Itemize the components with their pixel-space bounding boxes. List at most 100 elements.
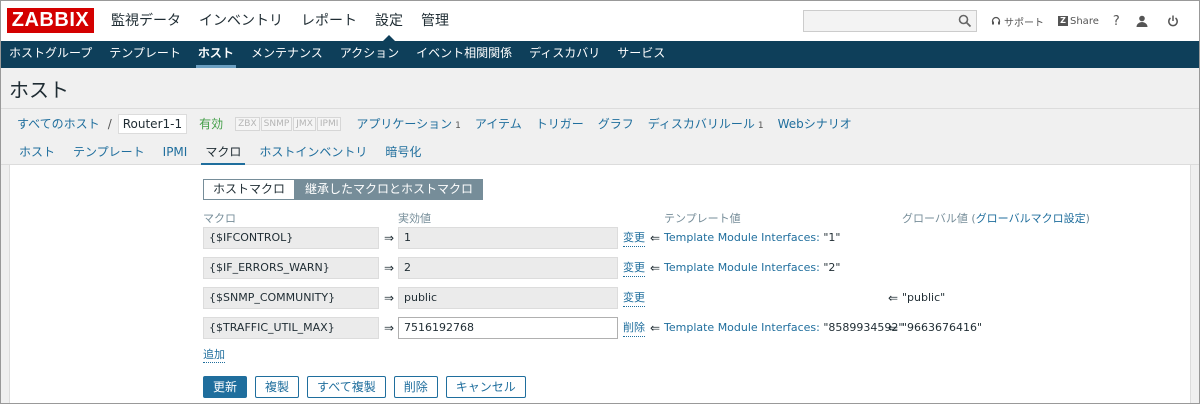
main-menu: 監視データ インベントリ レポート 設定 管理 [111, 1, 467, 41]
arrow-left-icon: ⇐ [650, 321, 661, 335]
applications-label: アプリケーション [356, 117, 453, 131]
menu-configuration[interactable]: 設定 [375, 1, 403, 41]
host-navigation: すべてのホスト / Router1-1 有効 ZBX SNMP JMX IPMI… [1, 108, 1199, 138]
applications-link[interactable]: アプリケーション 1 [356, 115, 461, 132]
share-icon: Z [1058, 16, 1068, 26]
submenu-templates[interactable]: テンプレート [109, 41, 181, 68]
column-template-value: テンプレート値 [664, 212, 741, 225]
search-icon[interactable] [958, 14, 972, 28]
delete-button[interactable]: 削除 [393, 376, 438, 398]
web-scenarios-link[interactable]: Webシナリオ [778, 115, 852, 132]
change-link[interactable]: 変更 [623, 289, 645, 307]
template-value: Template Module Interfaces: "8589934592" [664, 317, 903, 339]
inherited-macros-toggle[interactable]: 継承したマクロとホストマクロ [295, 179, 484, 200]
submenu-event-correlation[interactable]: イベント相関関係 [416, 41, 512, 68]
macro-value-field: public [398, 287, 618, 309]
arrow-left-icon: ⇐ [650, 231, 661, 245]
search-input[interactable] [803, 10, 977, 32]
template-link[interactable]: Template Module Interfaces: [664, 261, 820, 274]
breadcrumb-all-hosts[interactable]: すべてのホスト [17, 115, 100, 132]
column-macro: マクロ [203, 212, 236, 225]
change-link[interactable]: 変更 [623, 229, 645, 247]
tab-macros[interactable]: マクロ [201, 141, 246, 166]
macro-row: {$IF_ERRORS_WARN} ⇒ 2 変更 ⇐ Template Modu… [10, 257, 1190, 279]
logout-link[interactable] [1167, 15, 1182, 27]
macro-row: {$SNMP_COMMUNITY} ⇒ public 変更 ⇐ "public" [10, 287, 1190, 309]
top-links: サポート Z Share ? [991, 1, 1196, 41]
global-value: "public" [902, 291, 946, 304]
discovery-count: 1 [757, 121, 764, 131]
global-value-prefix: グローバル値 ( [902, 212, 976, 225]
arrow-left-icon: ⇐ [650, 261, 661, 275]
menu-reports[interactable]: レポート [301, 1, 357, 41]
share-link[interactable]: Z Share [1058, 16, 1099, 27]
macro-name-field: {$IF_ERRORS_WARN} [203, 257, 379, 279]
availability-badges: ZBX SNMP JMX IPMI [235, 116, 342, 131]
global-value: "9663676416" [902, 321, 983, 334]
arrow-left-icon: ⇐ [888, 321, 899, 335]
macro-name-field: {$SNMP_COMMUNITY} [203, 287, 379, 309]
support-link[interactable]: サポート [991, 14, 1044, 29]
tab-inventory[interactable]: ホストインベントリ [259, 141, 367, 164]
zabbix-logo[interactable]: ZABBIX [7, 8, 94, 33]
macros-panel: ホストマクロ 継承したマクロとホストマクロ マクロ 実効値 テンプレート値 グロ… [9, 165, 1191, 403]
submenu-host-groups[interactable]: ホストグループ [9, 41, 92, 68]
global-macros-link[interactable]: グローバルマクロ設定 [976, 212, 1086, 225]
template-link[interactable]: Template Module Interfaces: [664, 231, 820, 244]
tab-ipmi[interactable]: IPMI [163, 141, 188, 164]
jmx-badge: JMX [293, 116, 316, 131]
arrow-right-icon: ⇒ [384, 291, 395, 305]
host-macros-toggle[interactable]: ホストマクロ [203, 179, 296, 200]
arrow-right-icon: ⇒ [384, 261, 395, 275]
ipmi-badge: IPMI [316, 116, 342, 131]
template-value-text: "1" [819, 231, 841, 244]
graphs-link[interactable]: グラフ [598, 115, 634, 132]
submenu-hosts[interactable]: ホスト [195, 41, 236, 68]
menu-administration[interactable]: 管理 [421, 1, 449, 41]
tab-host[interactable]: ホスト [19, 141, 55, 164]
update-button[interactable]: 更新 [203, 376, 248, 398]
arrow-right-icon: ⇒ [384, 321, 395, 335]
cancel-button[interactable]: キャンセル [445, 376, 526, 398]
applications-count: 1 [455, 121, 461, 131]
macro-row: {$TRAFFIC_UTIL_MAX} ⇒ 7516192768 削除 ⇐ Te… [10, 317, 1190, 339]
clone-button[interactable]: 複製 [255, 376, 300, 398]
power-icon [1167, 15, 1178, 27]
submenu-maintenance[interactable]: メンテナンス [251, 41, 323, 68]
profile-link[interactable] [1136, 15, 1151, 27]
user-icon [1136, 15, 1148, 27]
macro-name-field: {$TRAFFIC_UTIL_MAX} [203, 317, 379, 339]
full-clone-button[interactable]: すべて複製 [307, 376, 386, 398]
discovery-label: ディスカバリルール [647, 117, 755, 131]
discovery-rules-link[interactable]: ディスカバリルール 1 [648, 115, 764, 132]
arrow-left-icon: ⇐ [888, 291, 899, 305]
change-link[interactable]: 変更 [623, 259, 645, 277]
support-label: サポート [1004, 17, 1044, 29]
macro-value-field: 2 [398, 257, 618, 279]
tab-templates[interactable]: テンプレート [73, 141, 145, 164]
items-link[interactable]: アイテム [475, 115, 522, 132]
macro-value-input[interactable]: 7516192768 [398, 317, 618, 339]
snmp-badge: SNMP [260, 116, 293, 131]
host-status[interactable]: 有効 [199, 115, 223, 132]
template-link[interactable]: Template Module Interfaces: [664, 321, 820, 334]
submenu-discovery[interactable]: ディスカバリ [529, 41, 600, 68]
column-global-value: グローバル値 (グローバルマクロ設定) [902, 210, 1090, 226]
app-window: ZABBIX 監視データ インベントリ レポート 設定 管理 サポート Z Sh… [0, 0, 1200, 404]
sub-menu: ホストグループ テンプレート ホスト メンテナンス アクション イベント相関関係… [1, 41, 1199, 68]
submenu-services[interactable]: サービス [617, 41, 665, 68]
add-macro-link[interactable]: 追加 [203, 348, 225, 363]
submenu-actions[interactable]: アクション [340, 41, 399, 68]
macro-value-field: 1 [398, 227, 618, 249]
menu-inventory[interactable]: インベントリ [199, 1, 283, 41]
triggers-link[interactable]: トリガー [536, 115, 584, 132]
form-buttons: 更新 複製 すべて複製 削除 キャンセル [203, 376, 534, 398]
share-label: Share [1070, 15, 1099, 27]
breadcrumb-separator: / [107, 116, 112, 131]
tab-encryption[interactable]: 暗号化 [385, 141, 421, 164]
template-value: Template Module Interfaces: "1" [664, 227, 841, 249]
menu-monitoring[interactable]: 監視データ [111, 1, 181, 41]
breadcrumb-current-host: Router1-1 [117, 113, 188, 134]
help-link[interactable]: ? [1113, 14, 1120, 29]
remove-link[interactable]: 削除 [623, 319, 645, 337]
